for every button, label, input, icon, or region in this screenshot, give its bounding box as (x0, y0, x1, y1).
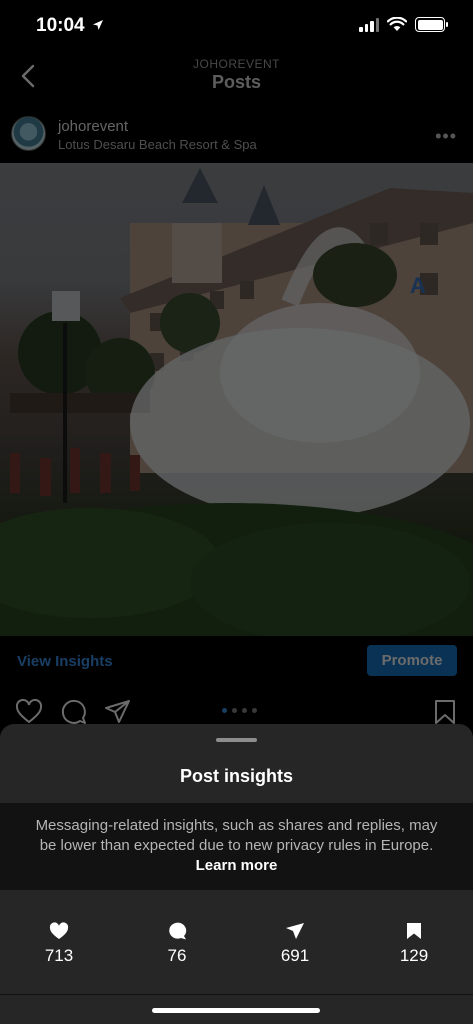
carousel-dot (232, 708, 237, 713)
comments-count: 76 (167, 946, 187, 965)
battery-icon (415, 17, 448, 32)
wifi-icon (387, 17, 407, 31)
carousel-dot (242, 708, 247, 713)
carousel-dot (252, 708, 257, 713)
post-location[interactable]: Lotus Desaru Beach Resort & Spa (58, 137, 257, 152)
likes-count: 713 (44, 946, 74, 965)
post-image[interactable]: A (0, 163, 473, 636)
share-icon[interactable] (104, 698, 132, 726)
back-button[interactable] (14, 60, 42, 92)
comment-filled-icon (169, 922, 187, 940)
privacy-notice-text: Messaging-related insights, such as shar… (35, 817, 438, 854)
bucket (313, 243, 397, 307)
comment-icon[interactable] (60, 698, 88, 726)
status-time: 10:04 (36, 15, 85, 36)
promote-button[interactable]: Promote (367, 645, 457, 676)
learn-more-link[interactable]: Learn more (196, 857, 278, 874)
insights-stats: 713 76 691 129 (0, 912, 473, 994)
chevron-left-icon (21, 64, 35, 88)
more-options-button[interactable]: ••• (435, 126, 457, 147)
avatar[interactable] (11, 116, 46, 151)
bookmark-filled-icon (407, 923, 421, 939)
heart-filled-icon (49, 922, 69, 939)
divider (0, 994, 473, 995)
stat-saves: 129 (374, 922, 454, 966)
privacy-notice: Messaging-related insights, such as shar… (0, 803, 473, 890)
home-indicator[interactable] (152, 1008, 320, 1013)
saves-count: 129 (399, 946, 429, 965)
account-name: JOHOREVENT (192, 57, 280, 71)
page-title: Posts (211, 72, 262, 92)
post-username[interactable]: johorevent (58, 118, 128, 135)
sheet-drag-handle[interactable] (216, 738, 257, 742)
stat-shares: 691 (255, 922, 335, 966)
sheet-title: Post insights (179, 766, 293, 786)
nav-header: JOHOREVENT Posts (0, 52, 473, 102)
insights-row: View Insights Promote (0, 636, 473, 688)
shares-count: 691 (280, 946, 310, 965)
carousel-dot (222, 708, 227, 713)
tower-roof (182, 168, 218, 203)
share-filled-icon (286, 923, 304, 939)
post-header: johorevent Lotus Desaru Beach Resort & S… (0, 104, 473, 162)
stat-comments: 76 (137, 922, 217, 966)
post-photo: A (0, 168, 473, 636)
view-insights-link[interactable]: View Insights (17, 653, 113, 670)
stat-likes: 713 (19, 922, 99, 966)
bookmark-icon[interactable] (431, 698, 459, 726)
heart-icon[interactable] (15, 698, 43, 726)
status-icons (359, 17, 448, 32)
cellular-signal-icon (359, 17, 379, 32)
post-insights-sheet: Post insights Messaging-related insights… (0, 724, 473, 1024)
location-arrow-icon (93, 20, 103, 30)
carousel-dots (222, 708, 257, 713)
status-bar: 10:04 (0, 0, 473, 52)
svg-text:A: A (410, 273, 426, 298)
